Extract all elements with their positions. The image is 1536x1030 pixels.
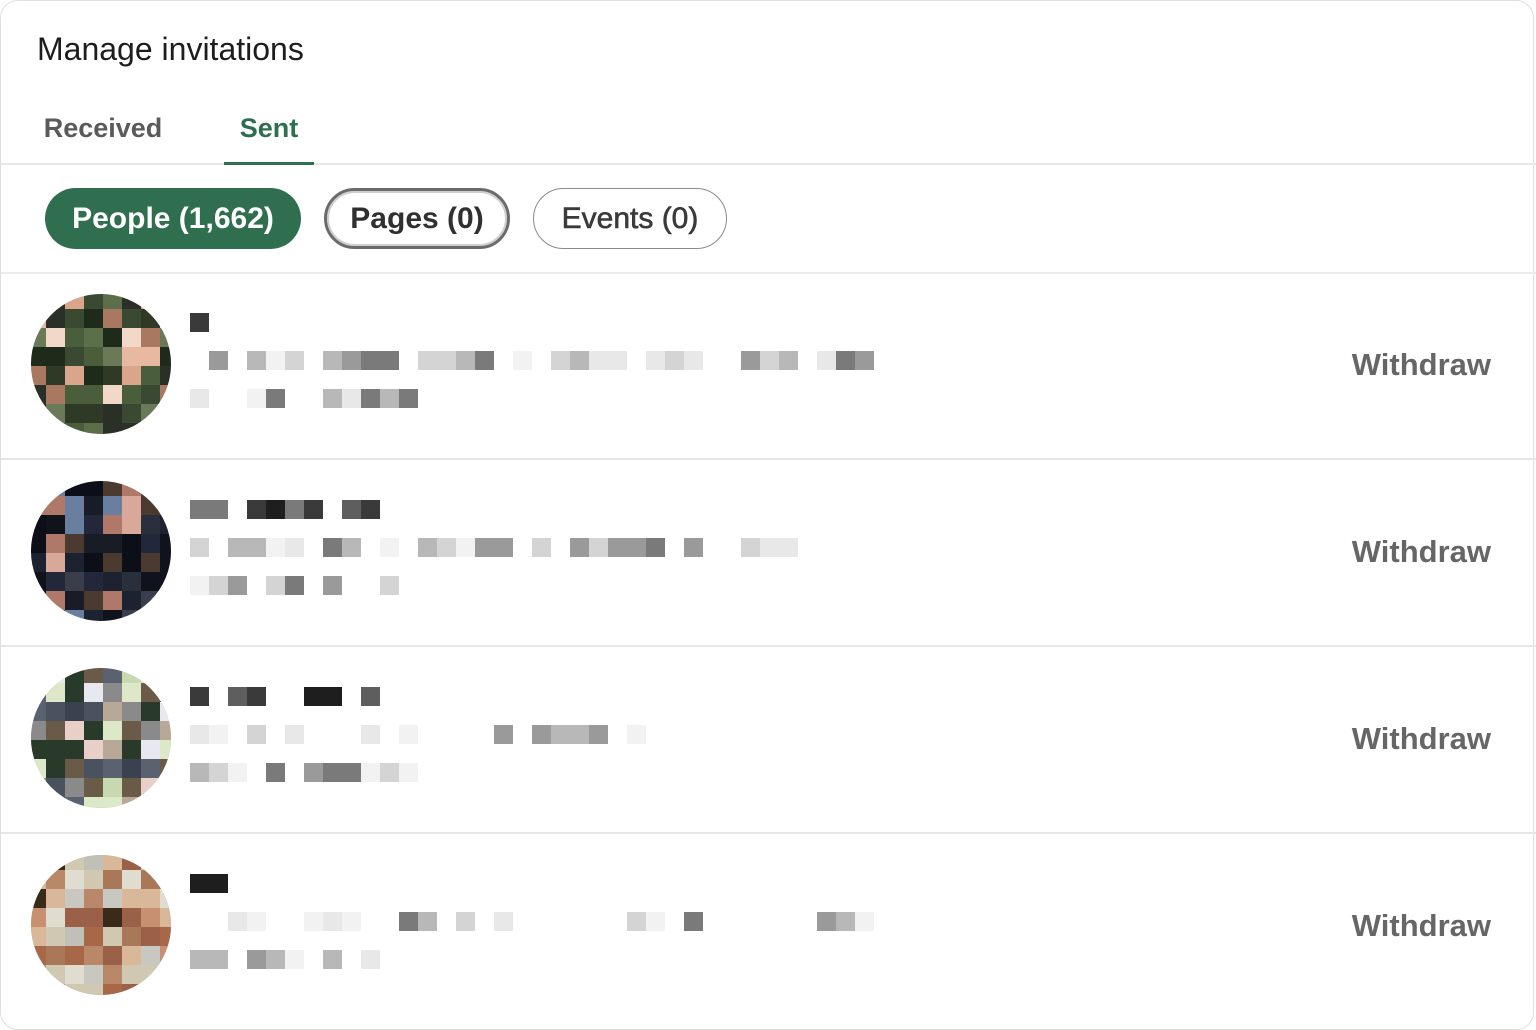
redacted-details: [190, 500, 890, 620]
withdraw-button[interactable]: Withdraw: [1352, 904, 1491, 948]
page-title: Manage invitations: [37, 31, 304, 67]
invitation-row: Withdraw: [1, 834, 1536, 1019]
filter-events-pill[interactable]: Events (0): [533, 188, 727, 249]
withdraw-button[interactable]: Withdraw: [1352, 530, 1491, 574]
avatar[interactable]: [31, 668, 171, 808]
invitation-list: Withdraw Withdraw Withdraw Withdraw: [1, 273, 1536, 1019]
tab-bar: Received Sent: [1, 93, 1536, 165]
invitation-row: Withdraw: [1, 647, 1536, 834]
withdraw-button[interactable]: Withdraw: [1352, 717, 1491, 761]
invitation-row: Withdraw: [1, 460, 1536, 647]
filter-people-pill[interactable]: People (1,662): [45, 188, 301, 249]
redacted-details: [190, 687, 890, 807]
avatar[interactable]: [31, 294, 171, 434]
invitations-card: Manage invitations Received Sent People …: [0, 0, 1536, 1030]
tab-sent[interactable]: Sent: [224, 93, 314, 165]
filter-bar: People (1,662) Pages (0) Events (0): [1, 165, 1536, 274]
redacted-details: [190, 874, 890, 994]
withdraw-button[interactable]: Withdraw: [1352, 343, 1491, 387]
redacted-details: [190, 313, 890, 433]
filter-pages-pill[interactable]: Pages (0): [324, 188, 510, 249]
invitation-row: Withdraw: [1, 273, 1536, 460]
avatar[interactable]: [31, 855, 171, 995]
tab-received[interactable]: Received: [23, 93, 183, 163]
avatar[interactable]: [31, 481, 171, 621]
